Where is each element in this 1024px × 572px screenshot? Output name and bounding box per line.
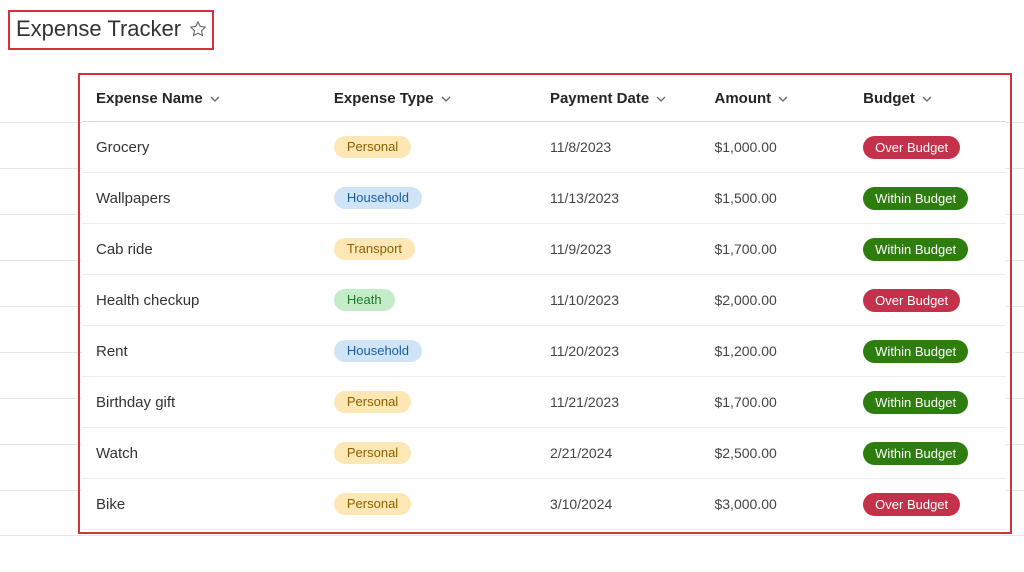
table-row[interactable]: Health checkupHeath 11/10/2023$2,000.00Ov… — [82, 275, 1006, 326]
column-header-type[interactable]: Expense Type — [334, 90, 550, 107]
cell-payment-date: 11/10/2023 — [550, 292, 715, 308]
table-row[interactable]: RentHousehold 11/20/2023$1,200.00Within B… — [82, 326, 1006, 377]
column-header-name[interactable]: Expense Name — [96, 90, 334, 107]
column-header-label: Amount — [714, 90, 771, 107]
expense-table: Expense Name Expense Type Payment Date A… — [82, 80, 1006, 530]
type-pill: Heath — [334, 289, 395, 312]
cell-payment-date: 11/8/2023 — [550, 139, 715, 155]
cell-amount: $3,000.00 — [714, 496, 863, 512]
cell-amount: $1,200.00 — [714, 343, 863, 359]
budget-pill: Over Budget — [863, 493, 960, 516]
budget-pill: Within Budget — [863, 187, 968, 210]
type-pill: Household — [334, 340, 422, 363]
table-row[interactable]: WallpapersHousehold 11/13/2023$1,500.00Wi… — [82, 173, 1006, 224]
cell-expense-name: Birthday gift — [96, 394, 334, 411]
cell-budget: Over Budget — [863, 289, 992, 312]
cell-amount: $1,000.00 — [714, 139, 863, 155]
page-header: Expense Tracker — [16, 16, 207, 42]
cell-expense-name: Rent — [96, 343, 334, 360]
cell-expense-type: Personal — [334, 442, 550, 465]
cell-expense-type: Household — [334, 340, 550, 363]
budget-pill: Within Budget — [863, 391, 968, 414]
column-header-label: Expense Type — [334, 90, 434, 107]
table-body: GroceryPersonal11/8/2023$1,000.00Over Bu… — [82, 122, 1006, 530]
chevron-down-icon — [209, 93, 221, 105]
column-header-amount[interactable]: Amount — [714, 90, 863, 107]
cell-expense-type: Personal — [334, 391, 550, 414]
budget-pill: Over Budget — [863, 289, 960, 312]
cell-amount: $1,700.00 — [714, 394, 863, 410]
cell-amount: $2,000.00 — [714, 292, 863, 308]
cell-amount: $1,500.00 — [714, 190, 863, 206]
favorite-star-icon[interactable] — [189, 20, 207, 38]
cell-payment-date: 11/9/2023 — [550, 241, 715, 257]
chevron-down-icon — [655, 93, 667, 105]
budget-pill: Within Budget — [863, 442, 968, 465]
type-pill: Personal — [334, 442, 411, 465]
chevron-down-icon — [777, 93, 789, 105]
budget-pill: Within Budget — [863, 340, 968, 363]
cell-amount: $2,500.00 — [714, 445, 863, 461]
cell-budget: Within Budget — [863, 391, 992, 414]
column-header-label: Expense Name — [96, 90, 203, 107]
cell-payment-date: 3/10/2024 — [550, 496, 715, 512]
type-pill: Personal — [334, 391, 411, 414]
table-row[interactable]: GroceryPersonal 11/8/2023$1,000.00Over Bu… — [82, 122, 1006, 173]
cell-expense-name: Grocery — [96, 139, 334, 156]
cell-expense-type: Personal — [334, 136, 550, 159]
cell-budget: Within Budget — [863, 238, 992, 261]
chevron-down-icon — [921, 93, 933, 105]
column-header-label: Budget — [863, 90, 915, 107]
table-header-row: Expense Name Expense Type Payment Date A… — [82, 80, 1006, 122]
budget-pill: Within Budget — [863, 238, 968, 261]
page-title: Expense Tracker — [16, 16, 181, 42]
cell-payment-date: 11/13/2023 — [550, 190, 715, 206]
cell-expense-type: Heath — [334, 289, 550, 312]
table-row[interactable]: BikePersonal 3/10/2024$3,000.00Over Budge… — [82, 479, 1006, 530]
cell-payment-date: 2/21/2024 — [550, 445, 715, 461]
cell-expense-name: Bike — [96, 496, 334, 513]
cell-budget: Within Budget — [863, 442, 992, 465]
cell-expense-name: Cab ride — [96, 241, 334, 258]
cell-budget: Over Budget — [863, 493, 992, 516]
column-header-label: Payment Date — [550, 90, 649, 107]
type-pill: Personal — [334, 493, 411, 516]
cell-expense-name: Wallpapers — [96, 190, 334, 207]
type-pill: Household — [334, 187, 422, 210]
cell-expense-name: Health checkup — [96, 292, 334, 309]
type-pill: Transport — [334, 238, 415, 261]
cell-expense-type: Personal — [334, 493, 550, 516]
column-header-date[interactable]: Payment Date — [550, 90, 715, 107]
cell-payment-date: 11/20/2023 — [550, 343, 715, 359]
table-row[interactable]: WatchPersonal 2/21/2024$2,500.00Within Bu… — [82, 428, 1006, 479]
type-pill: Personal — [334, 136, 411, 159]
cell-amount: $1,700.00 — [714, 241, 863, 257]
cell-budget: Within Budget — [863, 187, 992, 210]
cell-expense-name: Watch — [96, 445, 334, 462]
cell-expense-type: Household — [334, 187, 550, 210]
table-row[interactable]: Cab rideTransport 11/9/2023$1,700.00Withi… — [82, 224, 1006, 275]
cell-expense-type: Transport — [334, 238, 550, 261]
column-header-budget[interactable]: Budget — [863, 90, 992, 107]
cell-budget: Within Budget — [863, 340, 992, 363]
budget-pill: Over Budget — [863, 136, 960, 159]
table-row[interactable]: Birthday giftPersonal 11/21/2023$1,700.00… — [82, 377, 1006, 428]
cell-budget: Over Budget — [863, 136, 992, 159]
cell-payment-date: 11/21/2023 — [550, 394, 715, 410]
chevron-down-icon — [440, 93, 452, 105]
